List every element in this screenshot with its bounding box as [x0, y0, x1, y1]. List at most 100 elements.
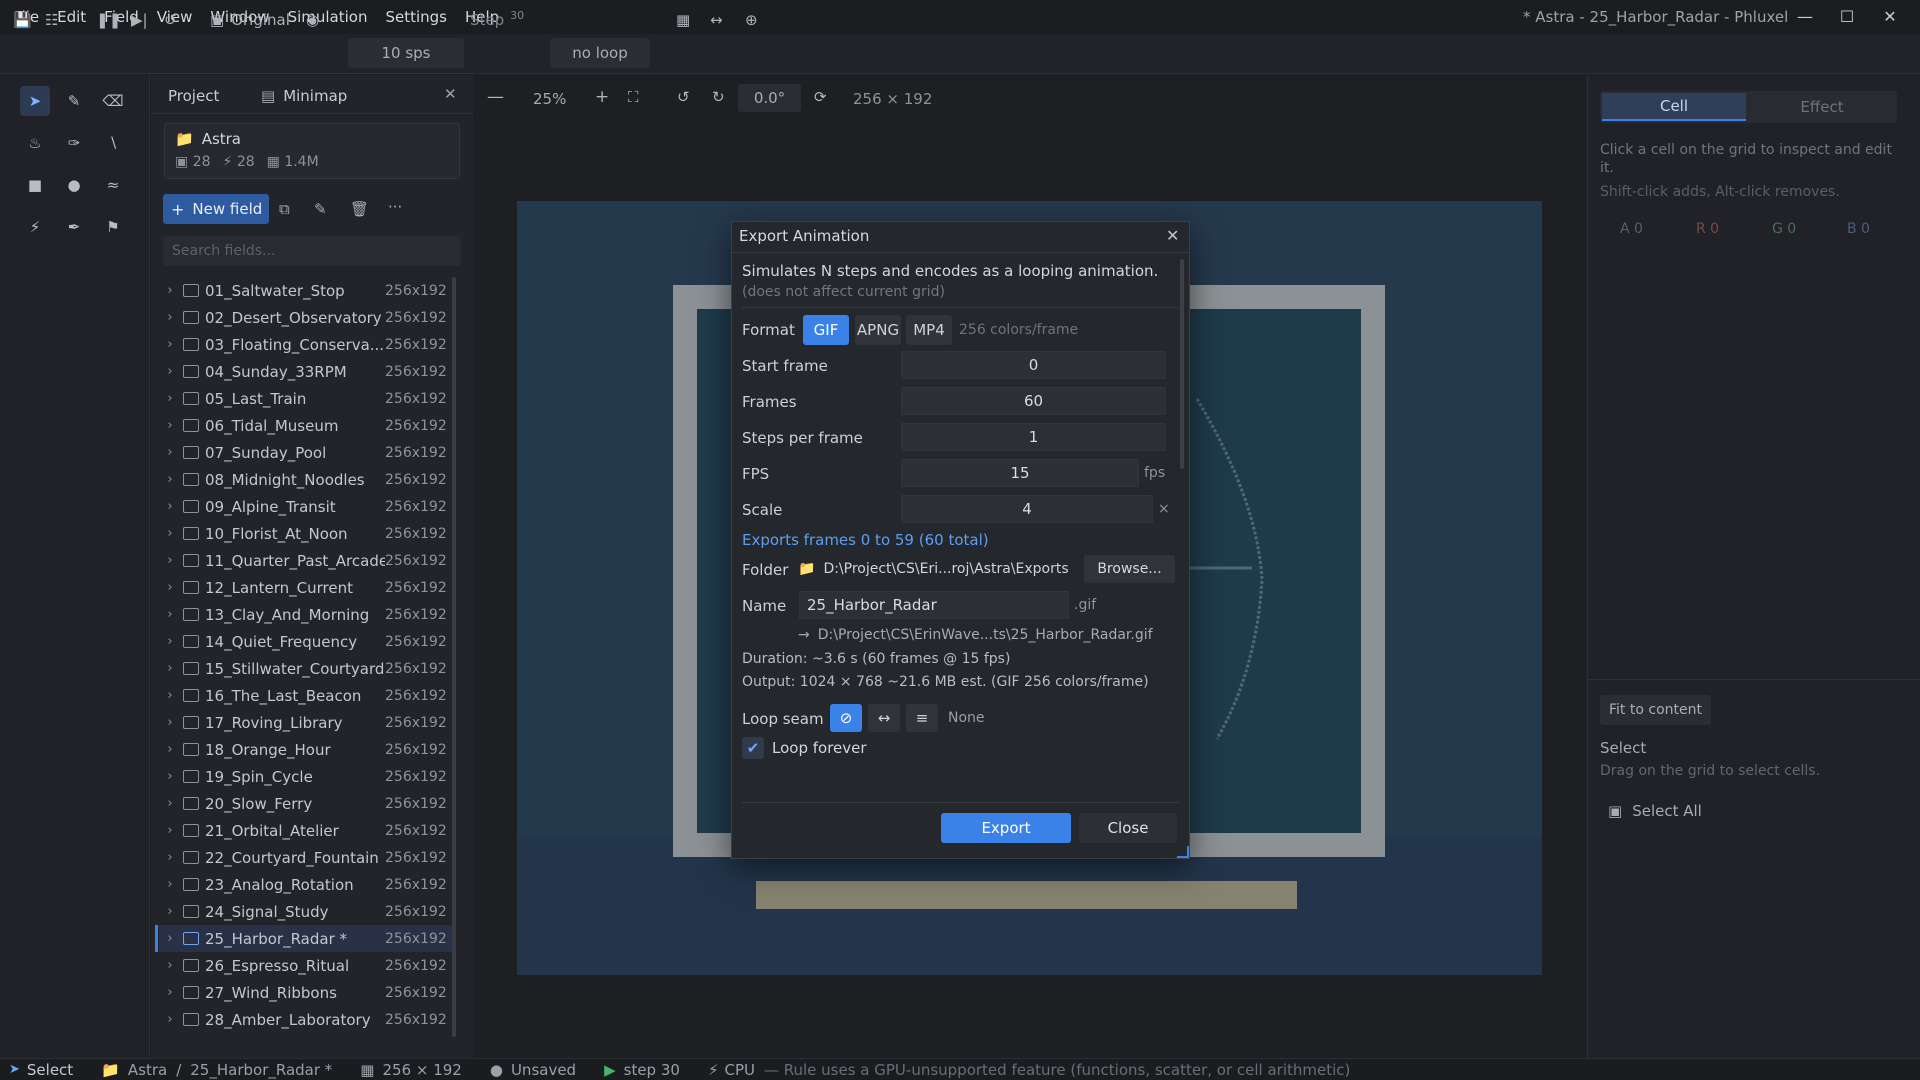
tab-minimap[interactable]: ▤ Minimap	[261, 83, 347, 109]
list-item[interactable]: › 12_Lantern_Current 256x192	[159, 574, 455, 601]
step-forward-icon[interactable]: ▶|	[131, 9, 148, 31]
more-icon[interactable]: ···	[388, 198, 402, 216]
reset-rotation-icon[interactable]: ⟳	[814, 88, 827, 106]
export-button[interactable]: Export	[941, 813, 1071, 843]
chevron-right-icon[interactable]: ›	[159, 769, 181, 784]
menu-simulation[interactable]: Simulation	[279, 8, 377, 26]
chevron-right-icon[interactable]: ›	[159, 499, 181, 514]
close-window-icon[interactable]: ✕	[1870, 4, 1910, 30]
minimize-icon[interactable]: —	[1785, 4, 1825, 30]
fit-to-content-button[interactable]: Fit to content	[1600, 695, 1711, 725]
project-card[interactable]: 📁 Astra ▣ 28 ⚡ 28 ▦ 1.4M	[164, 123, 460, 179]
line-tool-icon[interactable]: ∖	[98, 128, 128, 158]
brush-tool-icon[interactable]: ✒	[59, 212, 89, 242]
wrap-icon[interactable]: ↔	[710, 9, 723, 31]
chevron-right-icon[interactable]: ›	[159, 526, 181, 541]
list-item[interactable]: › 23_Analog_Rotation 256x192	[159, 871, 455, 898]
list-item[interactable]: › 22_Courtyard_Fountain 256x192	[159, 844, 455, 871]
list-item[interactable]: › 19_Spin_Cycle 256x192	[159, 763, 455, 790]
original-toggle[interactable]: ▣ Original	[210, 9, 290, 31]
list-item[interactable]: › 03_Floating_Conserva... 256x192	[159, 331, 455, 358]
list-item[interactable]: › 06_Tidal_Museum 256x192	[159, 412, 455, 439]
chevron-right-icon[interactable]: ›	[159, 904, 181, 919]
dialog-scrollbar[interactable]	[1180, 259, 1184, 469]
chevron-right-icon[interactable]: ›	[159, 553, 181, 568]
chevron-right-icon[interactable]: ›	[159, 1012, 181, 1027]
frames-input[interactable]: 60	[901, 387, 1166, 415]
zoom-level[interactable]: 25%	[533, 90, 566, 108]
list-item[interactable]: › 14_Quiet_Frequency 256x192	[159, 628, 455, 655]
zoom-in-icon[interactable]: +	[595, 87, 609, 107]
format-apng-button[interactable]: APNG	[855, 315, 901, 345]
scale-input[interactable]: 4	[901, 495, 1153, 523]
format-gif-button[interactable]: GIF	[803, 315, 849, 345]
loop-forever-checkbox[interactable]: ✔ Loop forever	[742, 737, 867, 759]
eye-icon[interactable]: ◉	[306, 9, 319, 31]
chevron-right-icon[interactable]: ›	[159, 715, 181, 730]
list-item[interactable]: › 15_Stillwater_Courtyard 256x192	[159, 655, 455, 682]
chevron-right-icon[interactable]: ›	[159, 364, 181, 379]
circle-tool-icon[interactable]: ●	[59, 170, 89, 200]
format-mp4-button[interactable]: MP4	[906, 315, 952, 345]
list-item[interactable]: › 20_Slow_Ferry 256x192	[159, 790, 455, 817]
rectangle-tool-icon[interactable]: ■	[20, 170, 50, 200]
chevron-right-icon[interactable]: ›	[159, 310, 181, 325]
fit-screen-icon[interactable]: ⛶	[628, 88, 639, 106]
chevron-right-icon[interactable]: ›	[159, 985, 181, 1000]
chevron-right-icon[interactable]: ›	[159, 634, 181, 649]
chevron-right-icon[interactable]: ›	[159, 877, 181, 892]
list-item[interactable]: › 28_Amber_Laboratory 256x192	[159, 1006, 455, 1033]
gradient-tool-icon[interactable]: ≈	[98, 170, 128, 200]
select-tool-icon[interactable]: ➤	[20, 86, 50, 116]
search-fields-input[interactable]	[163, 236, 461, 266]
chevron-right-icon[interactable]: ›	[159, 742, 181, 757]
chevron-right-icon[interactable]: ›	[159, 472, 181, 487]
list-item[interactable]: › 07_Sunday_Pool 256x192	[159, 439, 455, 466]
chevron-right-icon[interactable]: ›	[159, 661, 181, 676]
list-item[interactable]: › 17_Roving_Library 256x192	[159, 709, 455, 736]
chevron-right-icon[interactable]: ›	[159, 337, 181, 352]
list-item[interactable]: › 25_Harbor_Radar * 256x192	[155, 925, 455, 952]
chevron-right-icon[interactable]: ›	[159, 580, 181, 595]
delete-icon[interactable]: 🗑	[350, 200, 369, 218]
save-all-icon[interactable]: ☷	[45, 9, 58, 31]
list-item[interactable]: › 13_Clay_And_Morning 256x192	[159, 601, 455, 628]
grid-icon[interactable]: ▦	[676, 9, 690, 31]
chevron-right-icon[interactable]: ›	[159, 391, 181, 406]
maximize-icon[interactable]: ☐	[1827, 4, 1867, 30]
fill-tool-icon[interactable]: ♨	[20, 128, 50, 158]
eyedropper-tool-icon[interactable]: ✑	[59, 128, 89, 158]
chevron-right-icon[interactable]: ›	[159, 958, 181, 973]
close-button[interactable]: Close	[1079, 813, 1177, 843]
speed-field[interactable]: 10 sps	[348, 38, 464, 68]
eraser-tool-icon[interactable]: ⌫	[98, 86, 128, 116]
seam-blend-icon[interactable]: ≡	[906, 704, 938, 732]
list-item[interactable]: › 16_The_Last_Beacon 256x192	[159, 682, 455, 709]
chevron-right-icon[interactable]: ›	[159, 850, 181, 865]
chevron-right-icon[interactable]: ›	[159, 283, 181, 298]
list-item[interactable]: › 04_Sunday_33RPM 256x192	[159, 358, 455, 385]
tab-cell[interactable]: Cell	[1602, 93, 1746, 121]
chevron-right-icon[interactable]: ›	[159, 445, 181, 460]
reset-icon[interactable]: ↺	[164, 9, 177, 31]
menu-settings[interactable]: Settings	[376, 8, 456, 26]
close-panel-icon[interactable]: ✕	[444, 85, 457, 103]
list-item[interactable]: › 26_Espresso_Ritual 256x192	[159, 952, 455, 979]
chevron-right-icon[interactable]: ›	[159, 607, 181, 622]
chevron-right-icon[interactable]: ›	[159, 796, 181, 811]
dialog-close-icon[interactable]: ✕	[1166, 226, 1179, 245]
list-item[interactable]: › 11_Quarter_Past_Arcade 256x192	[159, 547, 455, 574]
rotate-left-icon[interactable]: ↺	[677, 88, 690, 106]
list-item[interactable]: › 02_Desert_Observatory 256x192	[159, 304, 455, 331]
resize-grip-icon[interactable]	[1177, 846, 1189, 858]
tag-tool-icon[interactable]: ⚑	[98, 212, 128, 242]
pencil-tool-icon[interactable]: ✎	[59, 86, 89, 116]
zoom-out-icon[interactable]: —	[487, 87, 504, 107]
seam-pingpong-icon[interactable]: ↔	[868, 704, 900, 732]
list-item[interactable]: › 01_Saltwater_Stop 256x192	[159, 277, 455, 304]
save-icon[interactable]: 💾	[13, 9, 32, 31]
crosshair-icon[interactable]: ⊕	[745, 9, 758, 31]
new-field-button[interactable]: + New field	[163, 194, 269, 224]
fps-input[interactable]: 15	[901, 459, 1139, 487]
list-item[interactable]: › 05_Last_Train 256x192	[159, 385, 455, 412]
